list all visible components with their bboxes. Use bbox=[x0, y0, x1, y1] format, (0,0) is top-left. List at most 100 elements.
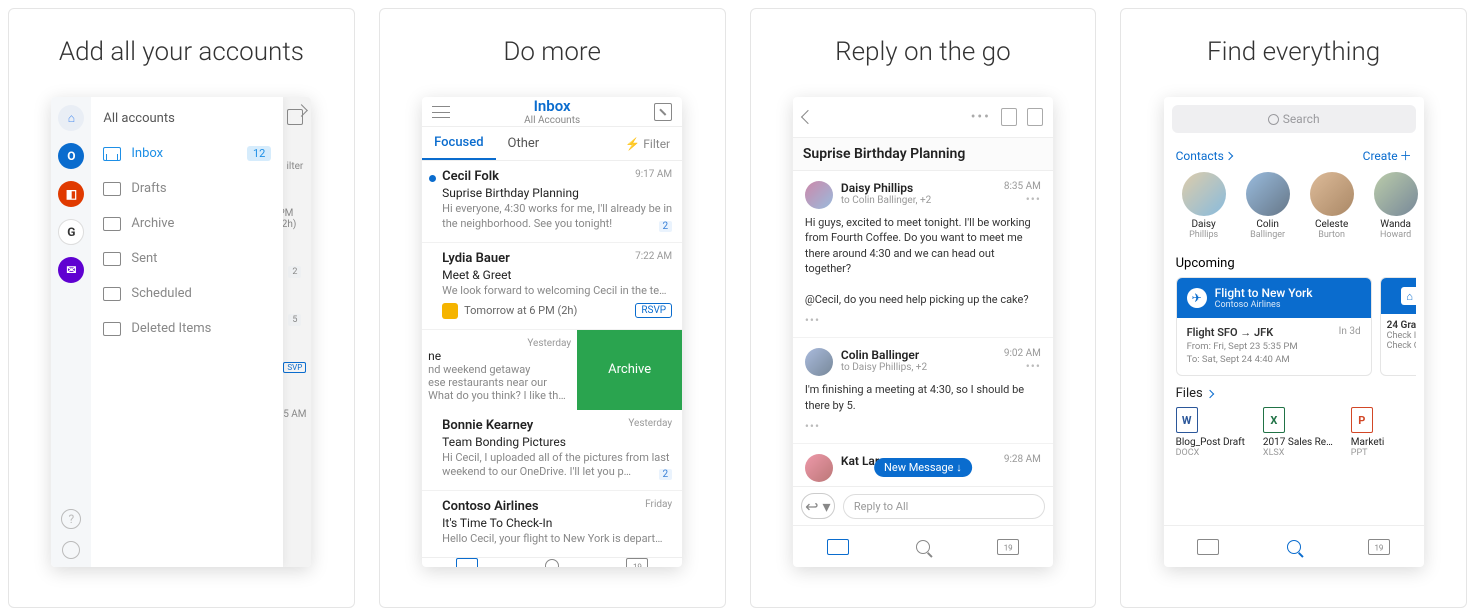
conv-message[interactable]: Colin Ballinger to Daisy Phillips, +2 9:… bbox=[793, 338, 1053, 444]
home-icon[interactable]: ⌂ bbox=[58, 105, 84, 131]
more-icon[interactable]: ••• bbox=[971, 109, 991, 125]
message-row[interactable]: Bonnie Kearney Team Bonding Pictures Hi … bbox=[422, 410, 682, 492]
more-icon[interactable]: ••• bbox=[1004, 192, 1041, 206]
folder-label: Inbox bbox=[131, 146, 163, 161]
calendar-tab-icon[interactable] bbox=[1368, 539, 1390, 555]
more-icon[interactable]: ••• bbox=[1004, 359, 1041, 373]
filter-button[interactable]: ⚡ Filter bbox=[613, 129, 682, 159]
tab-focused[interactable]: Focused bbox=[422, 127, 495, 160]
bottom-nav bbox=[1164, 525, 1424, 567]
tab-other[interactable]: Other bbox=[496, 128, 552, 159]
office-account-icon[interactable]: ◧ bbox=[58, 181, 84, 207]
new-message-pill[interactable]: New Message ↓ bbox=[874, 458, 972, 477]
panel-reply: Reply on the go ••• Suprise Birthday Pla… bbox=[750, 8, 1097, 608]
mail-tab-icon[interactable] bbox=[456, 558, 478, 567]
bg-filter: ilter bbox=[286, 161, 303, 172]
compose-icon[interactable] bbox=[287, 109, 303, 125]
trash-icon bbox=[103, 322, 121, 336]
panel-inbox: Do more Inbox All Accounts Focused Other… bbox=[379, 8, 726, 608]
conv-message[interactable]: Daisy Phillips to Colin Ballinger, +2 8:… bbox=[793, 171, 1053, 338]
avatar bbox=[1182, 172, 1226, 216]
file-item[interactable]: WBlog_Post DraftDOCX bbox=[1176, 407, 1245, 458]
bg-am: 5 AM bbox=[283, 409, 306, 420]
file-item[interactable]: X2017 Sales Re…XLSX bbox=[1263, 407, 1333, 458]
accounts-title: All accounts bbox=[91, 107, 283, 136]
reply-input[interactable]: Reply to All bbox=[843, 494, 1045, 519]
inbox-tabs: Focused Other ⚡ Filter bbox=[422, 127, 682, 161]
expand-icon[interactable]: ••• bbox=[805, 313, 1041, 327]
message-row[interactable]: Lydia Bauer Meet & Greet We look forward… bbox=[422, 243, 682, 330]
back-icon[interactable] bbox=[801, 110, 815, 124]
yahoo-account-icon[interactable]: ✉ bbox=[58, 257, 84, 283]
archive-action[interactable]: Archive bbox=[577, 330, 682, 410]
conversation-subject: Suprise Birthday Planning bbox=[793, 137, 1053, 171]
rsvp-button[interactable]: RSVP bbox=[635, 303, 672, 318]
folder-drafts[interactable]: Drafts bbox=[91, 171, 283, 206]
message-row[interactable]: Cecil Folk Suprise Birthday Planning Hi … bbox=[422, 161, 682, 243]
scheduled-icon bbox=[103, 287, 121, 301]
mail-tab-icon[interactable] bbox=[827, 539, 849, 555]
message-row[interactable]: Contoso Airlines It's Time To Check-In H… bbox=[422, 491, 682, 557]
contacts-link[interactable]: Contacts bbox=[1176, 147, 1232, 164]
folder-sent[interactable]: Sent bbox=[91, 241, 283, 276]
upcoming-card[interactable]: ✈ Flight to New York Contoso Airlines Fl… bbox=[1176, 277, 1372, 376]
search-tab-icon[interactable] bbox=[545, 559, 559, 567]
panel-heading: Add all your accounts bbox=[59, 37, 304, 67]
folder-deleted[interactable]: Deleted Items bbox=[91, 311, 283, 346]
plus-icon: ＋ bbox=[1400, 147, 1412, 164]
bg-badge: 5 bbox=[288, 314, 301, 326]
plane-icon: ✈ bbox=[1187, 288, 1207, 308]
inbox-icon bbox=[103, 147, 121, 161]
archive-icon[interactable] bbox=[1027, 108, 1043, 126]
chevron-right-icon bbox=[1206, 389, 1214, 397]
search-tab-icon[interactable] bbox=[916, 540, 930, 554]
trash-icon[interactable] bbox=[1001, 108, 1017, 126]
settings-icon[interactable] bbox=[62, 541, 80, 559]
outlook-account-icon[interactable]: O bbox=[58, 143, 84, 169]
contact-item[interactable]: CelesteBurton bbox=[1304, 172, 1360, 240]
phone-conversation: ••• Suprise Birthday Planning Daisy Phil… bbox=[793, 97, 1053, 567]
contact-item[interactable]: WandaHoward bbox=[1368, 172, 1424, 240]
folder-badge: 12 bbox=[247, 146, 271, 161]
file-item[interactable]: PMarketiPPT bbox=[1351, 407, 1412, 458]
contact-item[interactable]: ColinBallinger bbox=[1240, 172, 1296, 240]
panel-heading: Do more bbox=[503, 37, 601, 67]
compose-icon[interactable] bbox=[654, 103, 672, 121]
bottom-nav bbox=[422, 557, 682, 567]
drawer: ⌂ O ◧ G ✉ ? All accounts Inbox 12 bbox=[51, 97, 283, 567]
help-icon[interactable]: ? bbox=[61, 509, 81, 529]
expand-icon[interactable]: ••• bbox=[805, 419, 1041, 433]
mail-tab-icon[interactable] bbox=[1197, 539, 1219, 555]
files-link[interactable]: Files bbox=[1176, 386, 1213, 401]
panel-search: Find everything Search Contacts Create ＋… bbox=[1120, 8, 1467, 608]
calendar-tab-icon[interactable] bbox=[997, 539, 1019, 555]
folder-inbox[interactable]: Inbox 12 bbox=[91, 136, 283, 171]
upcoming-card[interactable]: ⌂ 24 Gra Check I Check O bbox=[1380, 277, 1416, 376]
search-tab-icon[interactable] bbox=[1287, 540, 1301, 554]
folder-label: Archive bbox=[131, 216, 174, 231]
swipe-row[interactable]: Yesterday ne nd weekend getaway ese rest… bbox=[422, 330, 682, 410]
folder-scheduled[interactable]: Scheduled bbox=[91, 276, 283, 311]
bg-badge: 2 bbox=[288, 266, 301, 278]
menu-icon[interactable] bbox=[432, 106, 450, 118]
drafts-icon bbox=[103, 182, 121, 196]
folder-label: Sent bbox=[131, 251, 157, 266]
reply-button[interactable]: ↩ ▾ bbox=[801, 493, 835, 519]
contact-item[interactable]: DaisyPhillips bbox=[1176, 172, 1232, 240]
panel-heading: Reply on the go bbox=[835, 37, 1011, 67]
folder-label: Scheduled bbox=[131, 286, 191, 301]
search-field[interactable]: Search bbox=[1172, 105, 1416, 133]
calendar-icon bbox=[442, 303, 458, 319]
folder-label: Deleted Items bbox=[131, 321, 211, 336]
create-link[interactable]: Create ＋ bbox=[1363, 147, 1412, 164]
bottom-nav bbox=[793, 525, 1053, 567]
folder-archive[interactable]: Archive bbox=[91, 206, 283, 241]
inbox-title: Inbox All Accounts bbox=[524, 97, 580, 126]
conv-topbar: ••• bbox=[793, 97, 1053, 137]
reply-bar: ↩ ▾ Reply to All bbox=[793, 486, 1053, 525]
google-account-icon[interactable]: G bbox=[58, 219, 84, 245]
avatar bbox=[1246, 172, 1290, 216]
avatar bbox=[805, 454, 833, 482]
search-icon bbox=[1268, 114, 1279, 125]
calendar-tab-icon[interactable] bbox=[626, 558, 648, 567]
